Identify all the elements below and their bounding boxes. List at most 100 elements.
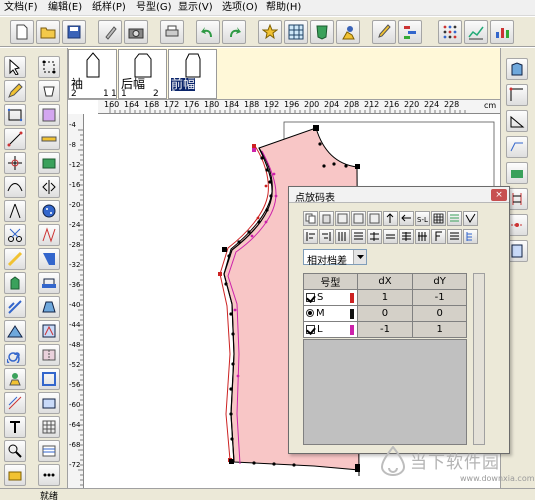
curve-tool[interactable] <box>4 176 26 198</box>
piece-sleeve[interactable]: 袖 2 1 1 <box>68 49 117 99</box>
table-scrollbar[interactable] <box>473 273 485 445</box>
equal-tool[interactable] <box>383 229 398 244</box>
size-checkbox[interactable] <box>306 324 315 334</box>
compass-tool[interactable] <box>4 200 26 222</box>
size-cell[interactable]: S <box>303 289 358 306</box>
new-file-button[interactable] <box>10 20 34 44</box>
text-tool[interactable] <box>4 416 26 438</box>
right-tool-5[interactable] <box>506 162 528 184</box>
menu-view[interactable]: 显示(V) <box>178 2 213 14</box>
green-piece-tool[interactable] <box>38 152 60 174</box>
split-tool[interactable] <box>367 229 382 244</box>
dots-tool[interactable] <box>38 464 60 486</box>
horizontal-grade-tool[interactable] <box>399 211 414 226</box>
base-size-radio[interactable] <box>306 309 314 318</box>
notch-tool[interactable] <box>4 272 26 294</box>
cup-tool[interactable] <box>38 80 60 102</box>
grid-view-button[interactable] <box>284 20 308 44</box>
slash-tool[interactable] <box>4 296 26 318</box>
cross-tool[interactable] <box>4 152 26 174</box>
mirror-tool[interactable] <box>38 176 60 198</box>
dy-cell[interactable]: -1 <box>412 289 467 306</box>
menu-pattern[interactable]: 纸样(P) <box>92 2 126 14</box>
bars-tool[interactable] <box>335 229 350 244</box>
stamp-tool[interactable] <box>4 368 26 390</box>
check-tool[interactable] <box>463 211 478 226</box>
list-tool[interactable] <box>447 211 462 226</box>
table-tool[interactable] <box>431 211 446 226</box>
print-button[interactable] <box>160 20 184 44</box>
gold-tool[interactable] <box>4 464 26 486</box>
sleeve-tool[interactable] <box>38 296 60 318</box>
grid-tool[interactable] <box>38 416 60 438</box>
point-select-tool[interactable] <box>38 56 60 78</box>
trace-tool[interactable] <box>38 392 60 414</box>
dx-cell[interactable]: 1 <box>356 289 414 306</box>
menu-file[interactable]: 文档(F) <box>4 2 38 14</box>
grade-mode-select[interactable]: 相对档差 <box>303 249 367 267</box>
brush-button[interactable] <box>372 20 396 44</box>
grid-rows-tool[interactable] <box>399 229 414 244</box>
digitizer-button[interactable] <box>98 20 122 44</box>
piece-back[interactable]: 后幅 1 2 <box>118 49 167 99</box>
select-tool[interactable] <box>4 56 26 78</box>
table-row[interactable]: S 1 -1 <box>303 289 467 306</box>
align-right-tool[interactable] <box>319 229 334 244</box>
blue-piece-tool[interactable] <box>38 248 60 270</box>
table-row[interactable]: M 0 0 <box>303 305 467 322</box>
columns-tool[interactable] <box>415 229 430 244</box>
buttons-tool[interactable] <box>38 200 60 222</box>
fold-tool[interactable] <box>38 344 60 366</box>
paste-xy-tool[interactable] <box>367 211 382 226</box>
piece-front[interactable]: 前幅 1 3 <box>168 49 217 99</box>
seam-tool[interactable] <box>4 248 26 270</box>
open-file-button[interactable] <box>36 20 60 44</box>
pencil-tool[interactable] <box>4 80 26 102</box>
copy-y-tool[interactable] <box>351 211 366 226</box>
copy-tool[interactable] <box>303 211 318 226</box>
vertical-grade-tool[interactable] <box>383 211 398 226</box>
stripe-tool[interactable] <box>38 440 60 462</box>
right-tool-3[interactable] <box>506 110 528 132</box>
size-cell[interactable]: L <box>303 321 358 338</box>
tree-tool[interactable] <box>463 229 478 244</box>
chart-view-button[interactable] <box>490 20 514 44</box>
save-button[interactable] <box>62 20 86 44</box>
graph-view-button[interactable] <box>464 20 488 44</box>
right-tool-4[interactable] <box>506 136 528 158</box>
dy-cell[interactable]: 0 <box>412 305 467 322</box>
size-list-button[interactable] <box>398 20 422 44</box>
grade-tool[interactable] <box>4 392 26 414</box>
fill-tool[interactable] <box>38 104 60 126</box>
frame-tool[interactable] <box>38 368 60 390</box>
line-tool[interactable] <box>4 128 26 150</box>
lines-tool[interactable] <box>447 229 462 244</box>
menu-edit[interactable]: 编辑(E) <box>48 2 82 14</box>
point-grade-button[interactable] <box>438 20 462 44</box>
piece-shape-button[interactable] <box>310 20 334 44</box>
align-left-tool[interactable] <box>303 229 318 244</box>
dy-cell[interactable]: 1 <box>412 321 467 338</box>
redo-button[interactable] <box>222 20 246 44</box>
sewing-tool[interactable] <box>38 272 60 294</box>
grading-tool-button[interactable] <box>258 20 282 44</box>
rectangle-tool[interactable] <box>4 104 26 126</box>
dx-cell[interactable]: 0 <box>356 305 414 322</box>
table-row[interactable]: L -1 1 <box>303 321 467 338</box>
pattern-view-tool[interactable] <box>38 320 60 342</box>
paste-tool[interactable] <box>319 211 334 226</box>
camera-button[interactable] <box>124 20 148 44</box>
rotate-tool[interactable] <box>4 344 26 366</box>
size-checkbox[interactable] <box>306 292 315 302</box>
s-l-tool[interactable]: S-L <box>415 211 430 226</box>
f-tool[interactable] <box>431 229 446 244</box>
spread-tool[interactable] <box>4 320 26 342</box>
menu-options[interactable]: 选项(O) <box>222 2 258 14</box>
menu-help[interactable]: 帮助(H) <box>266 2 301 14</box>
size-cell[interactable]: M <box>303 305 358 322</box>
copy-x-tool[interactable] <box>335 211 350 226</box>
right-tool-1[interactable] <box>506 58 528 80</box>
menu-size[interactable]: 号型(G) <box>136 2 172 14</box>
close-button[interactable]: × <box>491 189 507 201</box>
undo-button[interactable] <box>196 20 220 44</box>
